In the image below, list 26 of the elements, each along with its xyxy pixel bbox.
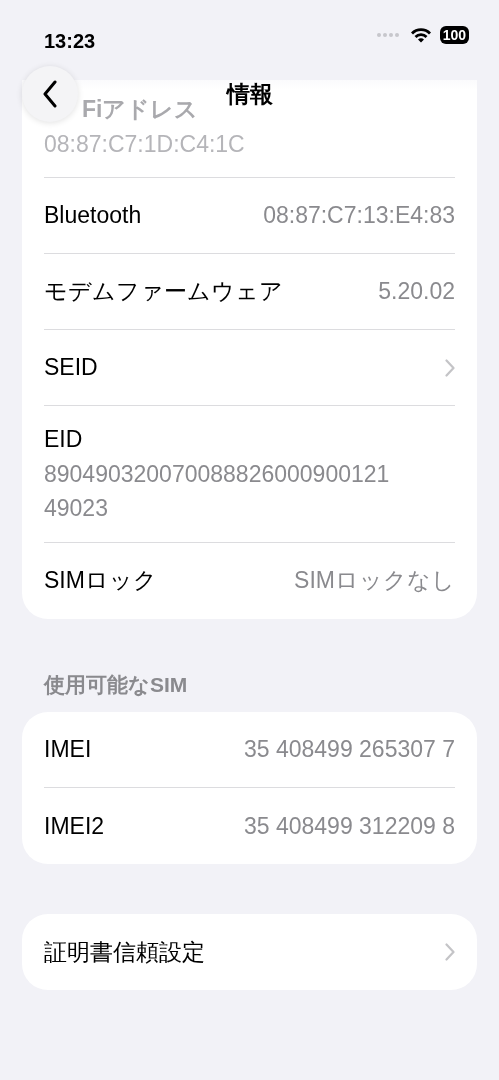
row-value: 890490320070088826000900121 49023 — [44, 459, 391, 523]
row-value: 35 408499 312209 8 — [243, 811, 455, 841]
chevron-icon[interactable] — [445, 943, 455, 961]
row-label: EID — [44, 425, 84, 454]
battery-icon: 100 — [439, 26, 469, 44]
chevron-icon[interactable] — [445, 358, 455, 377]
row-value: 08:87:C7:1D:C4:1C — [44, 129, 246, 159]
row-value: 08:87:C7:13:E4:83 — [263, 201, 455, 231]
row-label: IMEI2 — [44, 811, 105, 841]
back-icon — [42, 80, 58, 108]
row-label: Fiアドレス — [82, 95, 199, 124]
back-button[interactable] — [22, 66, 78, 122]
signal-icon — [375, 32, 402, 38]
row-value: 5.20.02 — [378, 277, 455, 307]
row-value: SIMロックなし — [294, 566, 455, 596]
row-value: 35 408499 265307 7 — [243, 735, 455, 765]
row-label: SEID — [44, 353, 98, 383]
status-time: 13:23 — [44, 29, 96, 54]
row-label: IMEI — [44, 735, 92, 765]
wifi-icon — [409, 27, 432, 43]
row-label: モデムファームウェア — [44, 277, 283, 307]
row-label: SIMロック — [44, 566, 157, 596]
row-label: 証明書信頼設定 — [44, 937, 205, 967]
nav-title: 情報 — [226, 80, 273, 109]
section-header: 使用可能なSIM — [42, 671, 189, 699]
row-label: Bluetooth — [44, 201, 142, 231]
